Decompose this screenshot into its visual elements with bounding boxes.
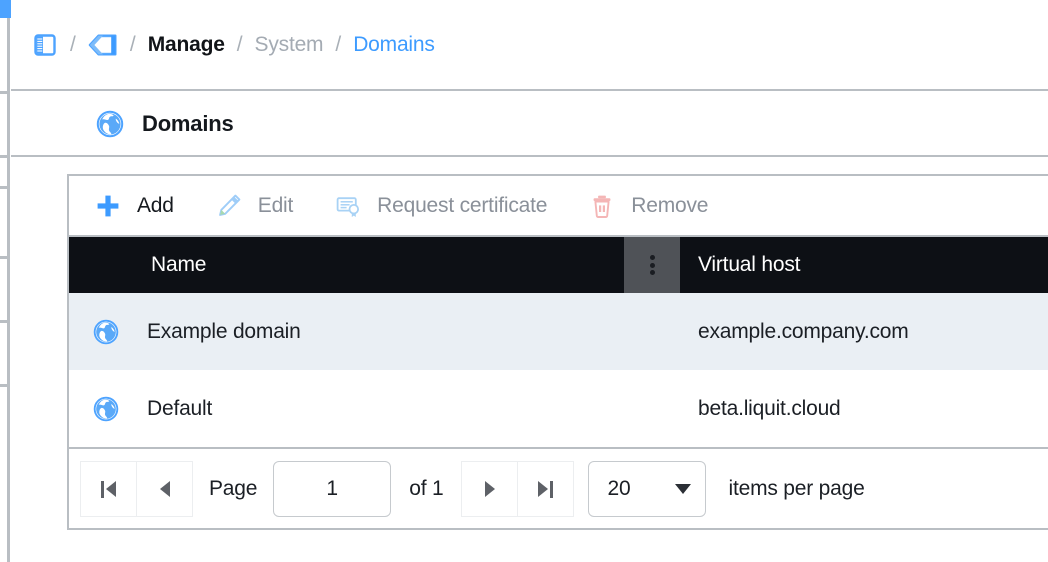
row-name-cell: Default (69, 370, 680, 447)
remove-button-label: Remove (631, 193, 709, 217)
breadcrumb-item-tag[interactable] (88, 34, 118, 56)
sidebar-divider-tick (0, 384, 8, 387)
items-per-page-label: items per page (728, 477, 865, 500)
edit-button[interactable]: Edit (216, 193, 293, 219)
pagination-prev-group (80, 461, 193, 517)
breadcrumb-separator: / (129, 32, 136, 56)
breadcrumb-item-system[interactable]: System (255, 33, 324, 57)
add-button-label: Add (137, 193, 174, 217)
tag-icon (88, 34, 117, 55)
request-certificate-button-label: Request certificate (377, 193, 548, 217)
kebab-dot (649, 270, 655, 275)
column-header-name-label: Name (151, 253, 207, 276)
row-name-label: Default (147, 396, 213, 420)
sidebar-divider-tick (0, 186, 8, 189)
edit-button-label: Edit (257, 193, 294, 217)
sidebar-edge-border (7, 18, 10, 562)
breadcrumb-separator: / (335, 32, 342, 56)
next-page-button[interactable] (461, 461, 519, 517)
globe-icon (93, 396, 119, 421)
certificate-icon (335, 193, 361, 219)
table-header-row: Name Virtual host (69, 237, 1048, 293)
first-page-button[interactable] (80, 461, 137, 517)
previous-page-icon (159, 481, 170, 497)
previous-page-button[interactable] (136, 461, 193, 517)
sidebar-divider-tick (0, 256, 8, 259)
page-number-input[interactable] (273, 461, 392, 517)
page-header: Domains (11, 93, 1048, 157)
pagination-next-group (461, 461, 575, 517)
book-icon (34, 33, 56, 56)
breadcrumb-item-domains[interactable]: Domains (353, 33, 435, 57)
last-page-icon (538, 480, 554, 498)
page-label: Page (209, 477, 258, 500)
request-certificate-button[interactable]: Request certificate (335, 193, 547, 219)
breadcrumb-item-book[interactable] (32, 32, 58, 58)
sidebar-divider-tick (0, 91, 8, 94)
add-button[interactable]: Add (95, 193, 174, 219)
page-title: Domains (142, 111, 234, 136)
row-name-cell: Example domain (69, 293, 680, 370)
sidebar-divider-tick (0, 320, 8, 323)
kebab-menu-icon[interactable] (624, 237, 680, 293)
pagination-bar: Page of 1 20 items per page (69, 447, 1048, 529)
plus-icon (95, 193, 121, 219)
row-virtual-host-cell: example.company.com (698, 319, 909, 343)
first-page-icon (101, 480, 116, 498)
breadcrumb-separator: / (70, 32, 76, 56)
row-virtual-host-cell: beta.liquit.cloud (698, 396, 841, 420)
breadcrumb-item-manage[interactable]: Manage (148, 33, 225, 57)
remove-button[interactable]: Remove (589, 193, 708, 219)
next-page-icon (484, 481, 495, 497)
items-per-page-value: 20 (607, 477, 631, 500)
kebab-dot (649, 255, 655, 260)
collapsed-sidebar-rail (0, 0, 11, 562)
page-total-label: of 1 (409, 477, 444, 500)
kebab-dot (649, 262, 655, 268)
sidebar-divider-tick (0, 155, 8, 158)
column-header-virtual-host[interactable]: Virtual host (680, 237, 1048, 293)
last-page-button[interactable] (517, 461, 575, 517)
trash-icon (589, 193, 615, 219)
breadcrumb: / / Manage / System / Domains (11, 0, 1048, 91)
globe-icon (96, 110, 124, 138)
pencil-icon (216, 193, 242, 219)
table-row[interactable]: Example domain example.company.com (69, 293, 1048, 370)
grid-toolbar: Add Edit Request certificate Remove (69, 176, 1048, 237)
column-header-virtual-host-label: Virtual host (698, 253, 801, 276)
items-per-page-select[interactable]: 20 (588, 461, 707, 517)
breadcrumb-separator: / (236, 32, 243, 56)
globe-icon (93, 319, 119, 344)
chevron-down-icon (675, 484, 692, 494)
domains-grid-card: Add Edit Request certificate Remove Name… (67, 174, 1048, 530)
sidebar-active-indicator (0, 0, 11, 18)
table-row[interactable]: Default beta.liquit.cloud (69, 370, 1048, 447)
column-header-name[interactable]: Name (69, 237, 624, 293)
row-name-label: Example domain (147, 319, 301, 343)
